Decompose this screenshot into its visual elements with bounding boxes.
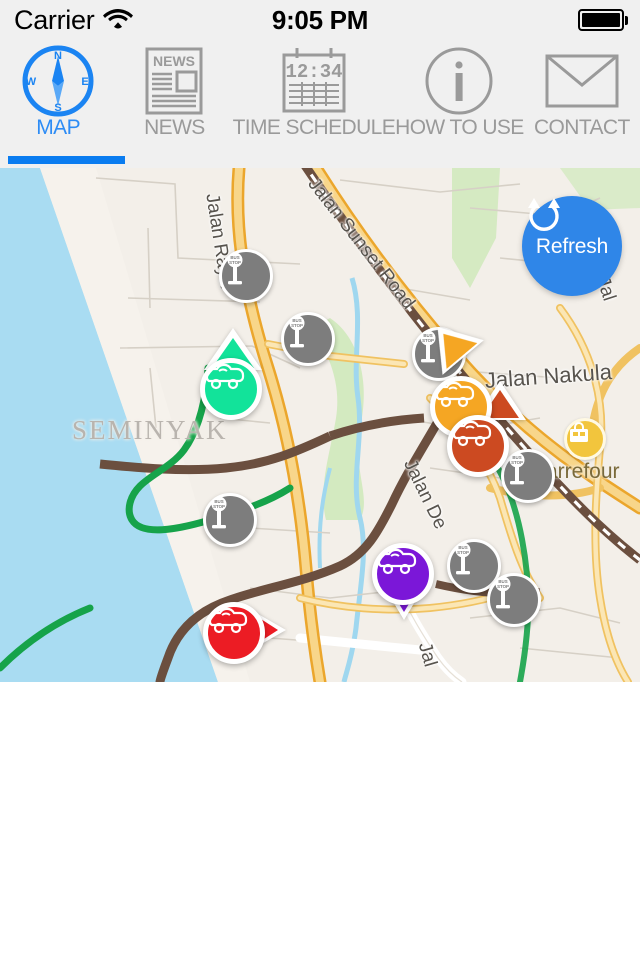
bus-stop-icon: BUS STOP: [455, 542, 471, 575]
info-circle-icon: [423, 47, 495, 115]
tab-news-label: NEWS: [144, 116, 205, 139]
bus-stop-icon: BUS STOP: [227, 252, 243, 285]
svg-text:W: W: [26, 76, 37, 88]
bus-icon: [205, 363, 245, 390]
bus-stop-marker[interactable]: BUS STOP: [219, 249, 273, 303]
svg-text:STOP: STOP: [213, 504, 225, 509]
svg-text:E: E: [81, 76, 88, 88]
bus-marker-green[interactable]: [200, 358, 262, 420]
tab-time-schedule-label: TIME SCHEDULE: [232, 116, 396, 139]
bus-icon: [435, 381, 475, 408]
bus-stop-marker[interactable]: BUS STOP: [281, 312, 335, 366]
shopping-bag-icon: [570, 422, 588, 442]
svg-text:STOP: STOP: [497, 584, 509, 589]
envelope-icon: [544, 48, 620, 114]
calendar-clock-icon: 12:34: [278, 48, 350, 114]
svg-text:S: S: [54, 102, 61, 114]
status-bar-right: [578, 9, 628, 31]
tab-how-to-use[interactable]: HOW TO USE: [395, 40, 524, 168]
tab-map[interactable]: N S E W MAP: [0, 40, 116, 168]
shopping-poi-marker[interactable]: [564, 418, 606, 460]
bus-stop-icon: BUS STOP: [289, 315, 305, 348]
bus-marker-purple[interactable]: [372, 543, 434, 605]
svg-text:12:34: 12:34: [285, 61, 342, 83]
app-root: Carrier 9:05 PM N S E W MAP NEWS NEWS 12…: [0, 0, 640, 960]
newspaper-icon: NEWS: [144, 47, 204, 115]
map-place-label: SEMINYAK: [72, 415, 228, 445]
bus-icon: [452, 420, 492, 447]
svg-text:STOP: STOP: [291, 323, 303, 328]
bus-marker-red[interactable]: [203, 602, 265, 664]
compass-icon: N S E W: [19, 45, 97, 117]
battery-cap-icon: [625, 15, 628, 25]
bus-icon: [377, 548, 417, 575]
refresh-button[interactable]: Refresh: [522, 196, 622, 296]
tab-time-schedule[interactable]: 12:34 TIME SCHEDULE: [233, 40, 396, 168]
bus-stop-marker[interactable]: BUS STOP: [203, 493, 257, 547]
svg-text:STOP: STOP: [229, 260, 241, 265]
refresh-button-label: Refresh: [535, 234, 609, 258]
bus-stop-icon: BUS STOP: [509, 452, 525, 485]
bus-stop-marker[interactable]: BUS STOP: [501, 449, 555, 503]
clock-label: 9:05 PM: [271, 4, 369, 35]
tab-map-label: MAP: [36, 116, 80, 139]
top-navigation-bar: N S E W MAP NEWS NEWS 12:34 TIME SCHEDUL…: [0, 40, 640, 168]
refresh-icon: [528, 198, 560, 231]
svg-text:NEWS: NEWS: [153, 53, 195, 69]
active-tab-indicator: [8, 156, 125, 164]
map-view[interactable]: SEMINYAK Jalan Raya Jalan Sunset Road Ja…: [0, 168, 640, 682]
svg-text:N: N: [54, 50, 62, 62]
tab-how-to-use-label: HOW TO USE: [395, 116, 524, 139]
bus-stop-icon: BUS STOP: [495, 576, 511, 609]
bus-stop-icon: BUS STOP: [211, 496, 227, 529]
tab-contact[interactable]: CONTACT: [524, 40, 640, 168]
status-bar: Carrier 9:05 PM: [0, 0, 640, 40]
tab-contact-label: CONTACT: [533, 116, 630, 139]
bus-stop-marker[interactable]: BUS STOP: [487, 573, 541, 627]
svg-text:STOP: STOP: [457, 550, 469, 555]
bus-icon: [208, 607, 248, 634]
map-poi-label: arrefour: [546, 460, 620, 483]
battery-full-icon: [578, 9, 624, 31]
tab-news[interactable]: NEWS NEWS: [116, 40, 232, 168]
svg-text:STOP: STOP: [511, 460, 523, 465]
bottom-panel: Kuta Line Next Bus (HS07) is 1.61km away…: [0, 682, 640, 960]
bus-marker-red-brown[interactable]: [447, 415, 509, 477]
